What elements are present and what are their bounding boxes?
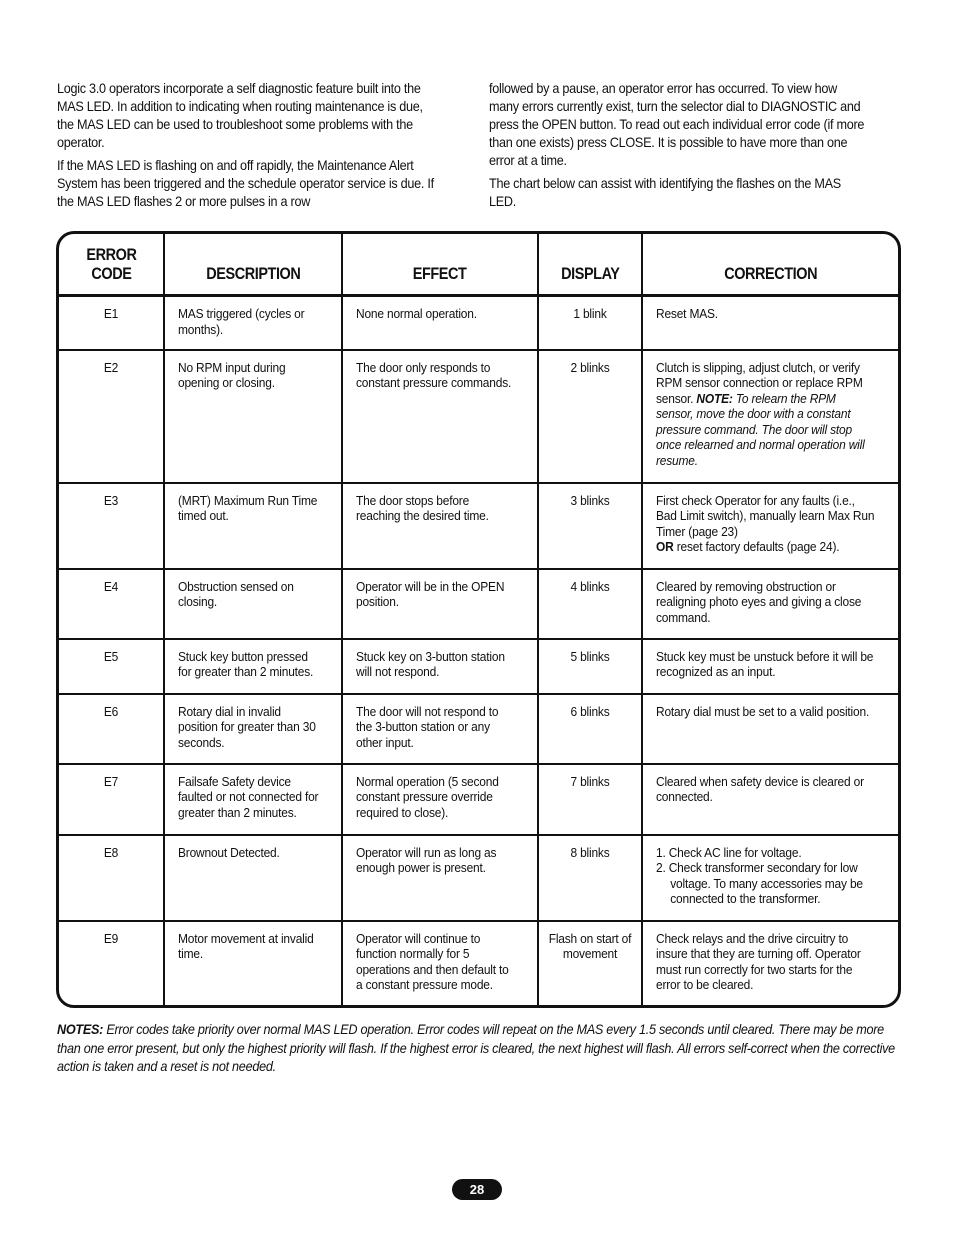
cell-description: Motor movement at invalid time.	[163, 919, 343, 1005]
notes-label: NOTES:	[57, 1022, 104, 1037]
header-effect: EFFECT	[341, 234, 539, 297]
error-code-table: ERROR CODE DESCRIPTION EFFECT DISPLAY COR…	[56, 231, 901, 1008]
cell-code: E6	[59, 692, 165, 765]
cell-display: 5 blinks	[537, 637, 643, 695]
cell-effect: The door will not respond to the 3-butto…	[341, 692, 539, 765]
table-row: E9 Motor movement at invalid time. Opera…	[59, 919, 898, 1005]
cell-correction: Stuck key must be unstuck before it will…	[641, 637, 898, 695]
cell-correction: Reset MAS.	[641, 294, 898, 351]
intro-text: Logic 3.0 operators incorporate a self d…	[57, 80, 897, 216]
cell-correction: Cleared when safety device is cleared or…	[641, 762, 898, 836]
cell-display: 7 blinks	[537, 762, 643, 836]
cell-correction: Check relays and the drive circuitry to …	[641, 919, 898, 1005]
cell-correction: First check Operator for any faults (i.e…	[641, 481, 898, 570]
cell-code: E2	[59, 348, 165, 484]
cell-effect: The door stops before reaching the desir…	[341, 481, 539, 570]
or-label: OR	[656, 540, 674, 555]
correction-list-item: 1. Check AC line for voltage.	[656, 845, 802, 860]
correction-list-item: 2. Check transformer secondary for low v…	[656, 861, 863, 907]
cell-effect: Operator will be in the OPEN position.	[341, 567, 539, 640]
cell-code: E9	[59, 919, 165, 1005]
cell-display: 8 blinks	[537, 833, 643, 922]
table-row: E7 Failsafe Safety device faulted or not…	[59, 762, 898, 836]
intro-paragraph: If the MAS LED is flashing on and off ra…	[57, 158, 434, 209]
table-header-row: ERROR CODE DESCRIPTION EFFECT DISPLAY COR…	[59, 234, 898, 297]
cell-description: Failsafe Safety device faulted or not co…	[163, 762, 343, 836]
cell-correction: Cleared by removing obstruction or reali…	[641, 567, 898, 640]
intro-paragraph: Logic 3.0 operators incorporate a self d…	[57, 81, 423, 150]
cell-display: 2 blinks	[537, 348, 643, 484]
cell-display: Flash on start of movement	[537, 919, 643, 1005]
cell-display: 6 blinks	[537, 692, 643, 765]
cell-effect: Normal operation (5 second constant pres…	[341, 762, 539, 836]
header-description: DESCRIPTION	[163, 234, 343, 297]
cell-display: 3 blinks	[537, 481, 643, 570]
intro-paragraph: followed by a pause, an operator error h…	[489, 81, 865, 168]
intro-left-column: Logic 3.0 operators incorporate a self d…	[57, 80, 436, 216]
cell-code: E4	[59, 567, 165, 640]
cell-code: E8	[59, 833, 165, 922]
cell-description: Rotary dial in invalid position for grea…	[163, 692, 343, 765]
notes-text: Error codes take priority over normal MA…	[57, 1022, 895, 1074]
cell-display: 1 blink	[537, 294, 643, 351]
note-label: NOTE:	[696, 391, 733, 406]
table-row: E1 MAS triggered (cycles or months). Non…	[59, 294, 898, 351]
cell-description: Brownout Detected.	[163, 833, 343, 922]
cell-description: MAS triggered (cycles or months).	[163, 294, 343, 351]
cell-effect: Stuck key on 3-button station will not r…	[341, 637, 539, 695]
cell-effect: None normal operation.	[341, 294, 539, 351]
table-row: E4 Obstruction sensed on closing. Operat…	[59, 567, 898, 640]
cell-effect: Operator will continue to function norma…	[341, 919, 539, 1005]
notes-paragraph: NOTES: Error codes take priority over no…	[57, 1021, 899, 1077]
cell-description: Stuck key button pressed for greater tha…	[163, 637, 343, 695]
cell-effect: The door only responds to constant press…	[341, 348, 539, 484]
table-row: E3 (MRT) Maximum Run Time timed out. The…	[59, 481, 898, 570]
intro-right-column: followed by a pause, an operator error h…	[489, 80, 868, 216]
cell-description: Obstruction sensed on closing.	[163, 567, 343, 640]
table-row: E8 Brownout Detected. Operator will run …	[59, 833, 898, 922]
intro-paragraph: The chart below can assist with identify…	[489, 176, 841, 209]
header-correction: CORRECTION	[641, 234, 898, 297]
header-display: DISPLAY	[537, 234, 643, 297]
cell-code: E5	[59, 637, 165, 695]
cell-display: 4 blinks	[537, 567, 643, 640]
cell-code: E1	[59, 294, 165, 351]
cell-effect: Operator will run as long as enough powe…	[341, 833, 539, 922]
table-row: E6 Rotary dial in invalid position for g…	[59, 692, 898, 765]
header-error-code: ERROR CODE	[59, 234, 165, 297]
cell-code: E3	[59, 481, 165, 570]
cell-description: No RPM input during opening or closing.	[163, 348, 343, 484]
cell-code: E7	[59, 762, 165, 836]
cell-correction: Rotary dial must be set to a valid posit…	[641, 692, 898, 765]
table-row: E5 Stuck key button pressed for greater …	[59, 637, 898, 695]
cell-correction: Clutch is slipping, adjust clutch, or ve…	[641, 348, 898, 484]
cell-correction: 1. Check AC line for voltage. 2. Check tr…	[641, 833, 898, 922]
page-number-badge: 28	[452, 1179, 502, 1200]
cell-description: (MRT) Maximum Run Time timed out.	[163, 481, 343, 570]
table-row: E2 No RPM input during opening or closin…	[59, 348, 898, 484]
